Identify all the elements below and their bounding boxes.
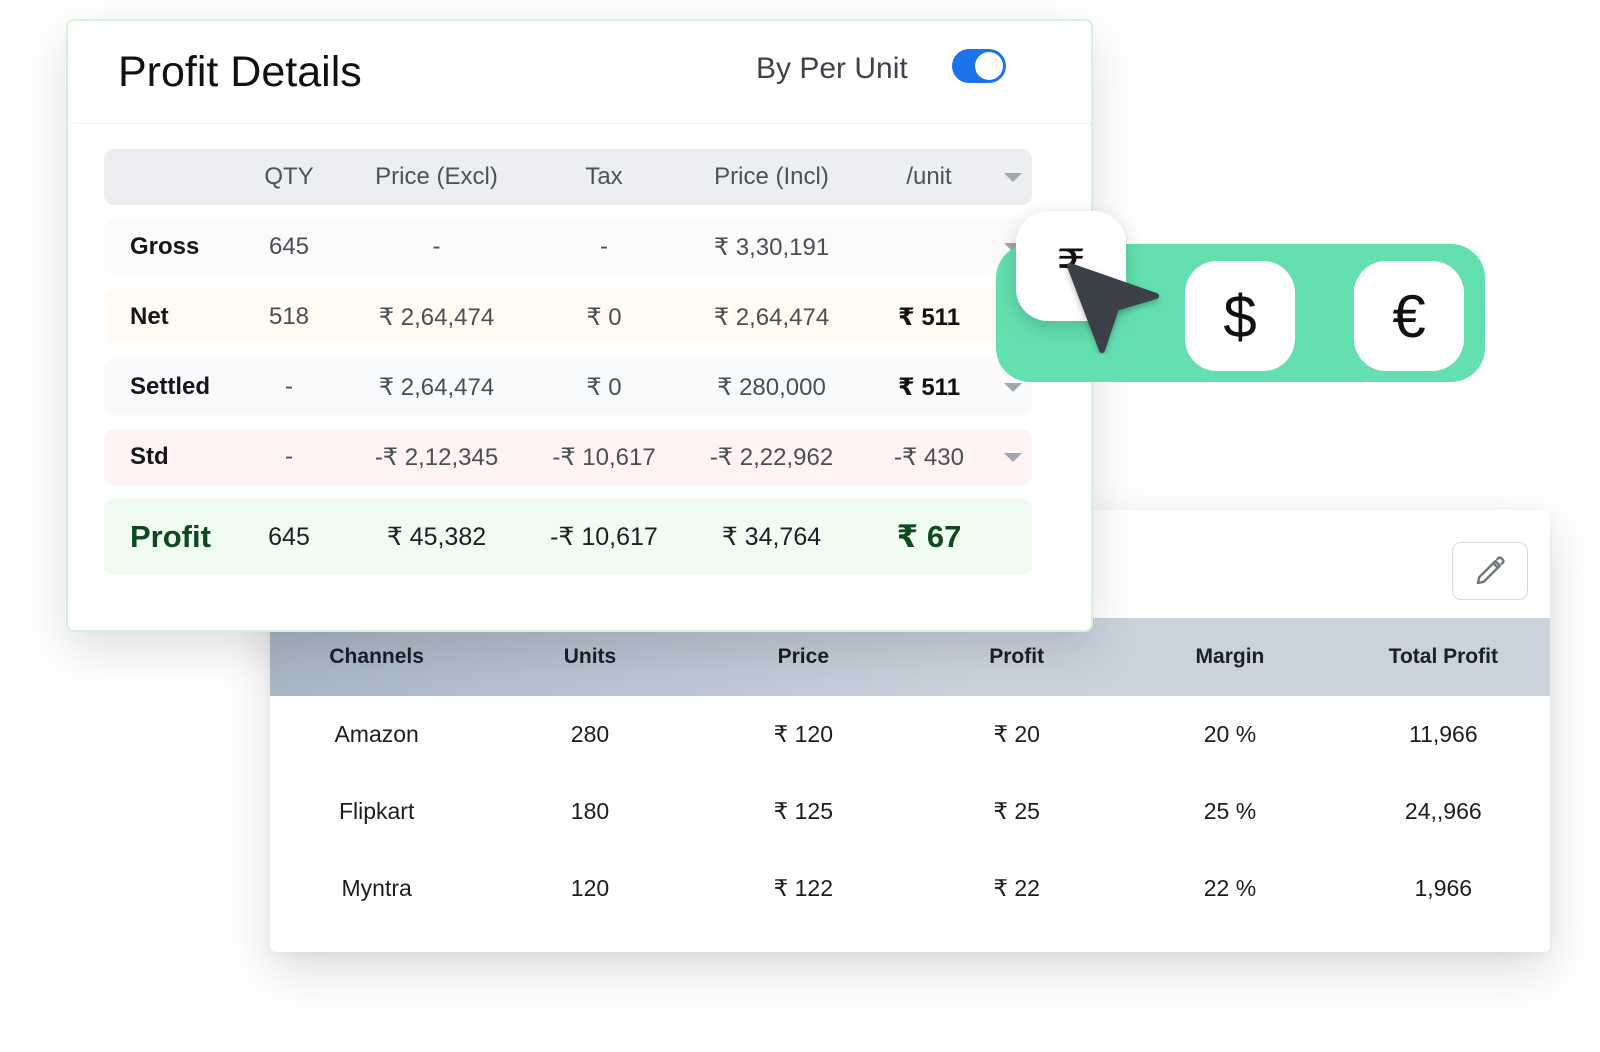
chevron-down-icon <box>1004 382 1022 392</box>
price-excl-value: ₹ 2,64,474 <box>378 373 495 401</box>
units-value: 280 <box>570 721 610 747</box>
qty-value: 645 <box>268 233 310 260</box>
toggle-knob <box>975 52 1003 80</box>
row-expand-toggle[interactable] <box>994 382 1032 392</box>
header-expand-toggle[interactable] <box>994 172 1032 182</box>
column-header-margin[interactable]: Margin <box>1123 645 1336 669</box>
table-row-std[interactable]: Std - -₹ 2,12,345 -₹ 10,617 -₹ 2,22,962 … <box>104 429 1032 485</box>
price-value: ₹ 125 <box>773 798 834 824</box>
channel-name: Flipkart <box>338 798 415 824</box>
table-row[interactable]: Amazon 280 ₹ 120 ₹ 20 20 % 11,966 <box>270 696 1550 773</box>
column-header-per-unit: /unit <box>906 163 952 190</box>
page-title: Profit Details <box>118 48 362 96</box>
price-excl-value: -₹ 2,12,345 <box>374 443 499 471</box>
qty-value: 518 <box>268 303 310 330</box>
row-label: Settled <box>130 373 211 400</box>
table-row[interactable]: Flipkart 180 ₹ 125 ₹ 25 25 % 24,,966 <box>270 773 1550 850</box>
margin-value: 22 % <box>1203 875 1257 901</box>
per-unit-value: ₹ 511 <box>897 373 961 401</box>
table-row-gross[interactable]: Gross 645 - - ₹ 3,30,191 <box>104 219 1032 275</box>
price-incl-value: ₹ 34,764 <box>721 523 822 551</box>
price-incl-value: ₹ 3,30,191 <box>713 233 830 261</box>
price-value: ₹ 120 <box>773 721 834 747</box>
price-incl-value: -₹ 2,22,962 <box>709 443 834 471</box>
table-row-settled[interactable]: Settled - ₹ 2,64,474 ₹ 0 ₹ 280,000 ₹ 511 <box>104 359 1032 415</box>
column-header-units[interactable]: Units <box>483 645 696 669</box>
units-value: 180 <box>570 798 610 824</box>
row-label: Std <box>130 443 169 470</box>
column-header-tax: Tax <box>585 163 623 190</box>
currency-option-dollar[interactable]: $ <box>1185 261 1295 371</box>
units-value: 120 <box>570 875 610 901</box>
edit-button[interactable] <box>1452 542 1528 600</box>
per-unit-toggle[interactable] <box>952 49 1006 83</box>
column-header-channels[interactable]: Channels <box>270 645 483 669</box>
column-header-price-excl: Price (Excl) <box>375 163 498 190</box>
column-header-qty: QTY <box>264 163 314 190</box>
column-header-price-incl: Price (Incl) <box>714 163 829 190</box>
table-row-net[interactable]: Net 518 ₹ 2,64,474 ₹ 0 ₹ 2,64,474 ₹ 511 <box>104 289 1032 345</box>
row-expand-toggle[interactable] <box>994 452 1032 462</box>
per-unit-toggle-label: By Per Unit <box>756 52 908 85</box>
profit-value: ₹ 20 <box>993 721 1040 747</box>
per-unit-value: ₹ 67 <box>896 519 962 554</box>
qty-value: - <box>285 443 293 470</box>
profit-details-table: QTY Price (Excl) Tax Price (Incl) /unit … <box>104 149 1032 589</box>
profit-value: ₹ 25 <box>993 798 1040 824</box>
channels-table: Channels Units Price Profit Margin Total… <box>270 618 1550 927</box>
per-unit-value: ₹ 511 <box>897 303 961 331</box>
channel-name: Myntra <box>341 875 412 901</box>
table-row-profit: Profit 645 ₹ 45,382 -₹ 10,617 ₹ 34,764 ₹… <box>104 499 1032 575</box>
price-excl-value: - <box>432 233 441 260</box>
margin-value: 25 % <box>1203 798 1257 824</box>
tax-value: - <box>600 233 608 260</box>
price-value: ₹ 122 <box>773 875 834 901</box>
pencil-icon <box>1476 556 1505 585</box>
tax-value: -₹ 10,617 <box>550 523 658 551</box>
total-profit-value: 1,966 <box>1414 875 1473 901</box>
qty-value: 645 <box>268 522 310 551</box>
margin-value: 20 % <box>1203 721 1257 747</box>
total-profit-value: 11,966 <box>1408 721 1478 747</box>
chevron-down-icon <box>1004 172 1022 182</box>
currency-option-rupee[interactable]: ₹ <box>1016 211 1126 321</box>
currency-option-euro[interactable]: € <box>1354 261 1464 371</box>
total-profit-value: 24,,966 <box>1404 798 1482 824</box>
per-unit-value: -₹ 430 <box>894 443 964 471</box>
price-incl-value: ₹ 280,000 <box>717 373 826 401</box>
column-header-price[interactable]: Price <box>697 645 910 669</box>
channel-name: Amazon <box>334 721 419 747</box>
table-row[interactable]: Myntra 120 ₹ 122 ₹ 22 22 % 1,966 <box>270 850 1550 927</box>
price-incl-value: ₹ 2,64,474 <box>713 303 830 331</box>
profit-details-card: Profit Details By Per Unit QTY Price (Ex… <box>66 19 1093 632</box>
column-header-total-profit[interactable]: Total Profit <box>1337 645 1550 669</box>
chevron-down-icon <box>1004 452 1022 462</box>
row-label: Net <box>130 303 169 330</box>
tax-value: ₹ 0 <box>586 373 622 401</box>
row-label: Profit <box>130 519 211 554</box>
profit-table-header: QTY Price (Excl) Tax Price (Incl) /unit <box>104 149 1032 205</box>
tax-value: ₹ 0 <box>586 303 622 331</box>
row-label: Gross <box>130 233 200 260</box>
price-excl-value: ₹ 45,382 <box>386 523 487 551</box>
profit-value: ₹ 22 <box>993 875 1040 901</box>
price-excl-value: ₹ 2,64,474 <box>378 303 495 331</box>
profit-details-header: Profit Details By Per Unit <box>68 21 1091 124</box>
tax-value: -₹ 10,617 <box>552 443 656 471</box>
qty-value: - <box>285 373 293 400</box>
column-header-profit[interactable]: Profit <box>910 645 1123 669</box>
